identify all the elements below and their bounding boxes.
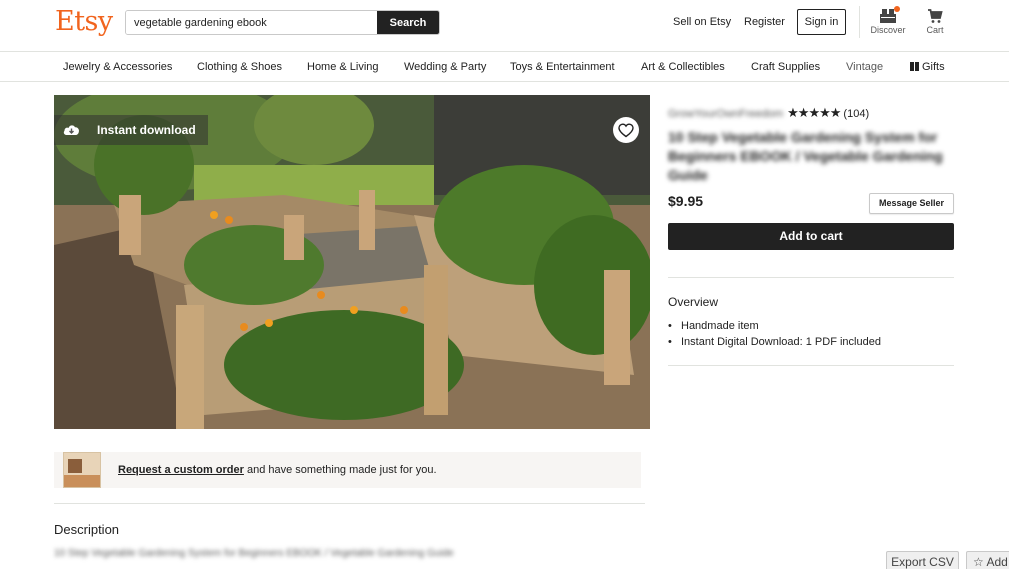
- instant-download-badge: Instant download: [54, 115, 208, 145]
- shop-rating-row: GrowYourOwnFreedom ★★★★★ (104): [668, 105, 869, 121]
- custom-order-suffix: and have something made just for you.: [243, 464, 437, 476]
- discover-label: Discover: [870, 25, 906, 35]
- category-home[interactable]: Home & Living: [307, 61, 379, 73]
- price: $9.95: [668, 193, 704, 209]
- discover-button[interactable]: Discover: [866, 6, 910, 35]
- custom-order-text: Request a custom order and have somethin…: [118, 464, 437, 476]
- search-button[interactable]: Search: [377, 11, 439, 34]
- shop-name-link[interactable]: GrowYourOwnFreedom: [668, 108, 783, 120]
- divider: [668, 365, 954, 366]
- heart-icon: [618, 123, 634, 138]
- garden-photo-illustration: [54, 95, 650, 429]
- category-gifts-label: Gifts: [922, 61, 945, 73]
- review-count[interactable]: (104): [843, 108, 869, 120]
- site-header: Etsy Search Sell on Etsy Register Sign i…: [0, 0, 1009, 52]
- listing-photo[interactable]: Instant download: [54, 95, 650, 429]
- category-clothing[interactable]: Clothing & Shoes: [197, 61, 282, 73]
- cart-button[interactable]: Cart: [913, 6, 957, 35]
- request-custom-order-link[interactable]: Request a custom order: [118, 464, 244, 476]
- category-jewelry[interactable]: Jewelry & Accessories: [63, 61, 172, 73]
- description-heading: Description: [54, 522, 120, 537]
- register-link[interactable]: Register: [744, 16, 785, 28]
- export-csv-button[interactable]: Export CSV: [886, 551, 959, 569]
- cart-icon: [928, 9, 943, 23]
- add-button[interactable]: ☆ Add: [966, 551, 1009, 569]
- divider: [668, 277, 954, 278]
- favorite-button[interactable]: [613, 117, 639, 143]
- shop-thumbnail: [63, 452, 101, 488]
- category-art[interactable]: Art & Collectibles: [641, 61, 725, 73]
- add-button-label: Add: [986, 555, 1008, 569]
- sign-in-button[interactable]: Sign in: [797, 9, 846, 35]
- category-toys[interactable]: Toys & Entertainment: [510, 61, 615, 73]
- instant-download-label: Instant download: [97, 123, 196, 137]
- etsy-logo[interactable]: Etsy: [55, 6, 113, 37]
- cart-label: Cart: [926, 25, 944, 35]
- category-wedding[interactable]: Wedding & Party: [404, 61, 486, 73]
- category-vintage[interactable]: Vintage: [846, 61, 883, 73]
- overview-item: Handmade item: [668, 318, 881, 334]
- rating-stars: ★★★★★: [787, 105, 841, 120]
- divider: [54, 503, 645, 504]
- listing-title: 10 Step Vegetable Gardening System for B…: [668, 129, 943, 183]
- header-divider: [859, 6, 860, 38]
- overview-item: Instant Digital Download: 1 PDF included: [668, 334, 881, 350]
- overview-heading: Overview: [668, 295, 719, 309]
- overview-list: Handmade item Instant Digital Download: …: [668, 318, 881, 350]
- sell-on-etsy-link[interactable]: Sell on Etsy: [673, 16, 731, 28]
- category-craft[interactable]: Craft Supplies: [751, 61, 820, 73]
- description-text: 10 Step Vegetable Gardening System for B…: [54, 548, 454, 559]
- add-to-cart-button[interactable]: Add to cart: [668, 223, 954, 250]
- custom-order-banner: Request a custom order and have somethin…: [54, 452, 641, 488]
- search-bar: Search: [125, 10, 440, 35]
- cloud-download-icon: [63, 125, 79, 135]
- notification-dot: [894, 6, 900, 12]
- message-seller-button[interactable]: Message Seller: [869, 193, 954, 214]
- category-gifts[interactable]: Gifts: [910, 61, 945, 73]
- gift-icon: [910, 62, 919, 71]
- category-nav: Jewelry & Accessories Clothing & Shoes H…: [0, 53, 1009, 82]
- search-input[interactable]: [126, 11, 379, 34]
- star-icon: ☆: [973, 555, 987, 569]
